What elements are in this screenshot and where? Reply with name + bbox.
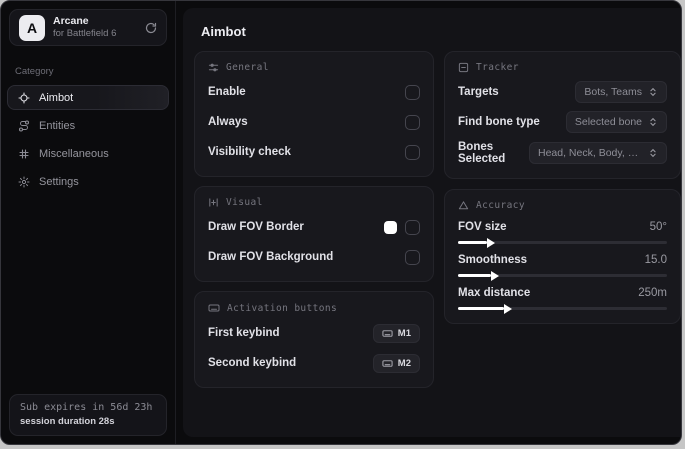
page-title: Aimbot [201,24,246,39]
fov-background-checkbox[interactable] [405,249,420,265]
content-panel: Aimbot General Enable Always Visibility … [183,8,681,437]
slider-thumb[interactable] [487,237,496,248]
setting-row-targets: Targets Bots, Teams [458,81,667,103]
slider-smoothness: Smoothness 15.0 [458,254,667,281]
card-tracker: Tracker Targets Bots, Teams Find bone ty… [444,51,681,179]
fov-size-slider[interactable] [458,237,667,248]
keyboard-icon [382,328,393,339]
card-title: Accuracy [476,200,525,211]
keyboard-icon [208,302,220,314]
find-bone-type-select[interactable]: Selected bone [565,111,667,133]
smoothness-slider[interactable] [458,270,667,281]
second-keybind-button[interactable]: M2 [372,353,420,373]
app-logo: A [19,14,45,41]
triangle-icon [458,200,469,211]
slider-max-distance: Max distance 250m [458,287,667,314]
gear-icon [18,176,30,188]
sidebar-item-miscellaneous[interactable]: Miscellaneous [7,141,169,166]
subscription-status: Sub expires in 56d 23h session duration … [9,394,167,436]
sidebar-item-label: Aimbot [39,91,74,104]
card-visual: Visual Draw FOV Border Draw FOV Backgrou… [194,186,434,282]
card-title: Visual [226,197,263,208]
keyboard-icon [382,358,393,369]
app-name-block: Arcane for Battlefield 6 [53,15,137,40]
setting-row-find-bone-type: Find bone type Selected bone [458,111,667,133]
setting-row-always: Always [208,111,420,133]
slider-thumb[interactable] [491,270,500,281]
setting-row-fov-border: Draw FOV Border [208,216,420,238]
bones-selected-select[interactable]: Head, Neck, Body, Pe.. [529,142,667,164]
main-area: Aimbot General Enable Always Visibility … [176,1,681,444]
sidebar-item-label: Miscellaneous [39,147,109,160]
refresh-icon[interactable] [145,22,157,34]
slider-fov-size: FOV size 50° [458,221,667,248]
sidebar-item-label: Settings [39,175,79,188]
setting-row-visibility-check: Visibility check [208,141,420,163]
max-distance-slider[interactable] [458,303,667,314]
app-subtitle: for Battlefield 6 [53,28,117,40]
card-general: General Enable Always Visibility check [194,51,434,177]
sidebar-item-entities[interactable]: Entities [7,113,169,138]
card-title: General [226,62,269,73]
first-keybind-button[interactable]: M1 [372,323,420,343]
entities-icon [18,119,30,132]
sub-expiry-text: Sub expires in 56d 23h [20,402,153,413]
setting-row-enable: Enable [208,81,420,103]
card-title: Activation buttons [227,302,338,314]
max-distance-value: 250m [638,287,667,299]
chevrons-up-down-icon [648,87,658,97]
card-activation-buttons: Activation buttons First keybind M1 Seco… [194,291,434,388]
sidebar-item-aimbot[interactable]: Aimbot [7,85,169,110]
visibility-check-checkbox[interactable] [405,144,420,160]
card-title: Tracker [476,62,519,73]
enable-checkbox[interactable] [405,84,420,100]
slider-thumb[interactable] [503,303,512,314]
fov-border-color-swatch[interactable] [384,220,397,234]
setting-row-first-keybind: First keybind M1 [208,322,420,344]
crosshair-icon [18,91,30,104]
smoothness-value: 15.0 [644,254,667,266]
fov-border-checkbox[interactable] [405,219,420,235]
card-accuracy: Accuracy FOV size 50° Smoothness 15.0 Ma… [444,189,681,324]
adjust-icon [208,197,219,208]
sidebar-item-label: Entities [39,119,76,132]
chevrons-up-down-icon [648,117,658,127]
setting-row-second-keybind: Second keybind M2 [208,352,420,374]
app-name: Arcane [53,15,89,27]
app-window: A Arcane for Battlefield 6 Category Aimb… [0,0,682,445]
category-label: Category [15,66,54,77]
setting-row-fov-background: Draw FOV Background [208,246,420,268]
chevrons-up-down-icon [648,148,658,158]
session-duration-text: session duration 28s [20,416,115,427]
targets-select[interactable]: Bots, Teams [575,81,667,103]
sidebar: A Arcane for Battlefield 6 Category Aimb… [1,1,176,444]
always-checkbox[interactable] [405,114,420,130]
fov-size-value: 50° [649,221,667,233]
sidebar-item-settings[interactable]: Settings [7,169,169,194]
app-header: A Arcane for Battlefield 6 [9,9,167,46]
sliders-icon [208,62,219,73]
setting-row-bones-selected: Bones Selected Head, Neck, Body, Pe.. [458,141,667,165]
tracker-icon [458,62,469,73]
sidebar-menu: Aimbot Entities Miscellaneous Settings [1,85,175,197]
grid-hash-icon [18,148,30,160]
